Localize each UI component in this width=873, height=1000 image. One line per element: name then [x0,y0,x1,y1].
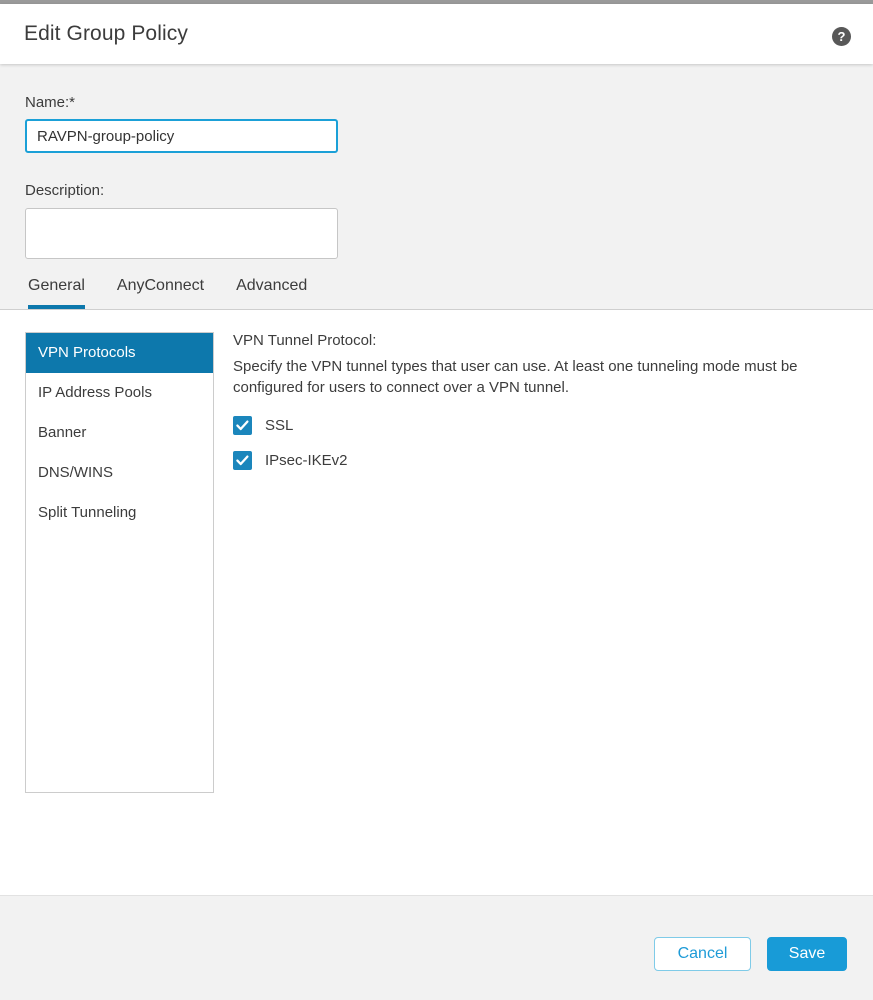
sidebar-item-vpn-protocols[interactable]: VPN Protocols [26,333,213,373]
detail-pane: VPN Tunnel Protocol: Specify the VPN tun… [233,332,858,486]
checkbox-row-ipsec-ikev2[interactable]: IPsec-IKEv2 [233,451,858,470]
checkbox-row-ssl[interactable]: SSL [233,416,858,435]
sidebar-item-dns-wins[interactable]: DNS/WINS [26,453,213,493]
detail-heading: VPN Tunnel Protocol: [233,332,377,349]
sidebar-item-split-tunneling[interactable]: Split Tunneling [26,493,213,533]
detail-description: Specify the VPN tunnel types that user c… [233,358,798,396]
tab-anyconnect[interactable]: AnyConnect [117,277,204,309]
sidebar-item-ip-address-pools[interactable]: IP Address Pools [26,373,213,413]
help-circle-icon[interactable]: ? [832,27,851,46]
dialog-header: Edit Group Policy ? [0,4,873,64]
tab-advanced[interactable]: Advanced [236,277,307,309]
checkbox-label-ipsec-ikev2: IPsec-IKEv2 [265,452,348,469]
description-input[interactable] [25,208,338,259]
name-field-label: Name:* [25,94,76,111]
description-field-label: Description: [25,182,105,199]
sidebar-item-banner[interactable]: Banner [26,413,213,453]
dialog-footer: Cancel Save [0,895,873,1000]
page-title: Edit Group Policy [24,22,188,45]
save-button[interactable]: Save [767,937,847,971]
content-area: VPN Protocols IP Address Pools Banner DN… [0,310,873,895]
checkmark-icon[interactable] [233,451,252,470]
name-input[interactable] [25,119,338,153]
checkbox-label-ssl: SSL [265,417,294,434]
cancel-button[interactable]: Cancel [654,937,751,971]
tab-bar: General AnyConnect Advanced [0,272,873,309]
settings-category-list: VPN Protocols IP Address Pools Banner DN… [25,332,214,793]
tab-general[interactable]: General [28,277,85,309]
checkmark-icon[interactable] [233,416,252,435]
policy-form-section: Name:* Description: General AnyConnect A… [0,64,873,309]
